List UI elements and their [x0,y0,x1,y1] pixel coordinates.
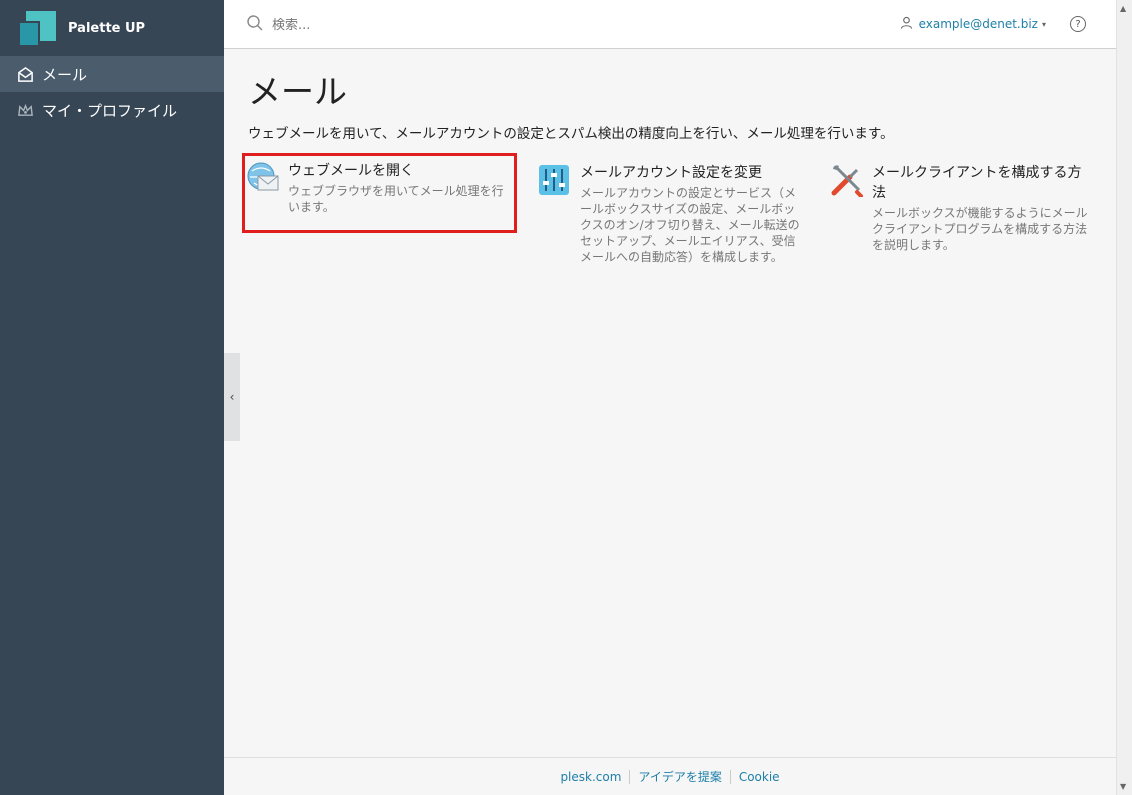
search-box [246,14,572,36]
help-button[interactable]: ? [1070,16,1086,32]
card-title: メールクライアントを構成する方法 [872,165,1082,201]
card-title: メールアカウント設定を変更 [580,165,762,181]
main-content: メール ウェブメールを用いて、メールアカウントの設定とスパム検出の精度向上を行い… [240,49,1116,757]
scroll-up-icon[interactable]: ▲ [1120,4,1126,13]
chevron-down-icon: ▾ [1041,19,1046,29]
scroll-down-icon[interactable]: ▼ [1120,782,1126,791]
footer-link-cookie[interactable]: Cookie [731,770,788,784]
card-text: メールボックスが機能するようにメールクライアントプログラムを構成する方法を説明し… [872,206,1088,252]
search-input[interactable] [272,17,572,33]
crown-icon [16,101,34,119]
settings-sliders-icon [538,163,572,197]
user-menu[interactable]: example@denet.biz ▾ [900,16,1046,32]
sidebar-item-label: マイ・プロファイル [42,101,178,120]
tools-icon [830,163,864,198]
sidebar-collapse-button[interactable]: ‹ [224,353,240,441]
footer-link-suggest-idea[interactable]: アイデアを提案 [630,768,729,785]
chevron-left-icon: ‹ [229,390,235,404]
sidebar-item-profile[interactable]: マイ・プロファイル [0,92,224,128]
footer: plesk.com アイデアを提案 Cookie [224,757,1116,795]
mail-client-setup-card[interactable]: メールクライアントを構成する方法 メールボックスが機能するようにメールクライアン… [830,163,1094,253]
card-text: ウェブブラウザを用いてメール処理を行います。 [288,184,504,214]
brand[interactable]: Palette UP [0,0,224,56]
sidebar-item-label: メール [42,65,88,84]
top-header: example@denet.biz ▾ ? [224,0,1116,49]
sidebar: Palette UP メール マイ・プロファイル [0,0,224,795]
mail-open-icon [16,65,34,83]
page-title: メール [248,72,347,111]
mail-account-settings-card[interactable]: メールアカウント設定を変更 メールアカウントの設定とサービス（メールボックスサイ… [538,163,802,265]
vertical-scrollbar[interactable]: ▲ ▼ [1116,0,1132,795]
search-icon [246,14,272,36]
help-icon: ? [1075,18,1081,30]
card-title: ウェブメールを開く [288,163,414,179]
webmail-icon [246,161,280,195]
brand-name: Palette UP [68,20,146,36]
user-icon [900,16,919,32]
footer-link-plesk[interactable]: plesk.com [552,770,629,784]
open-webmail-card[interactable]: ウェブメールを開く ウェブブラウザを用いてメール処理を行います。 [242,153,517,233]
sidebar-item-mail[interactable]: メール [0,56,224,92]
card-text: メールアカウントの設定とサービス（メールボックスサイズの設定、メールボックスのオ… [580,186,800,264]
page-description: ウェブメールを用いて、メールアカウントの設定とスパム検出の精度向上を行い、メール… [248,126,894,142]
brand-logo-icon [16,7,58,49]
user-email: example@denet.biz [918,17,1038,31]
